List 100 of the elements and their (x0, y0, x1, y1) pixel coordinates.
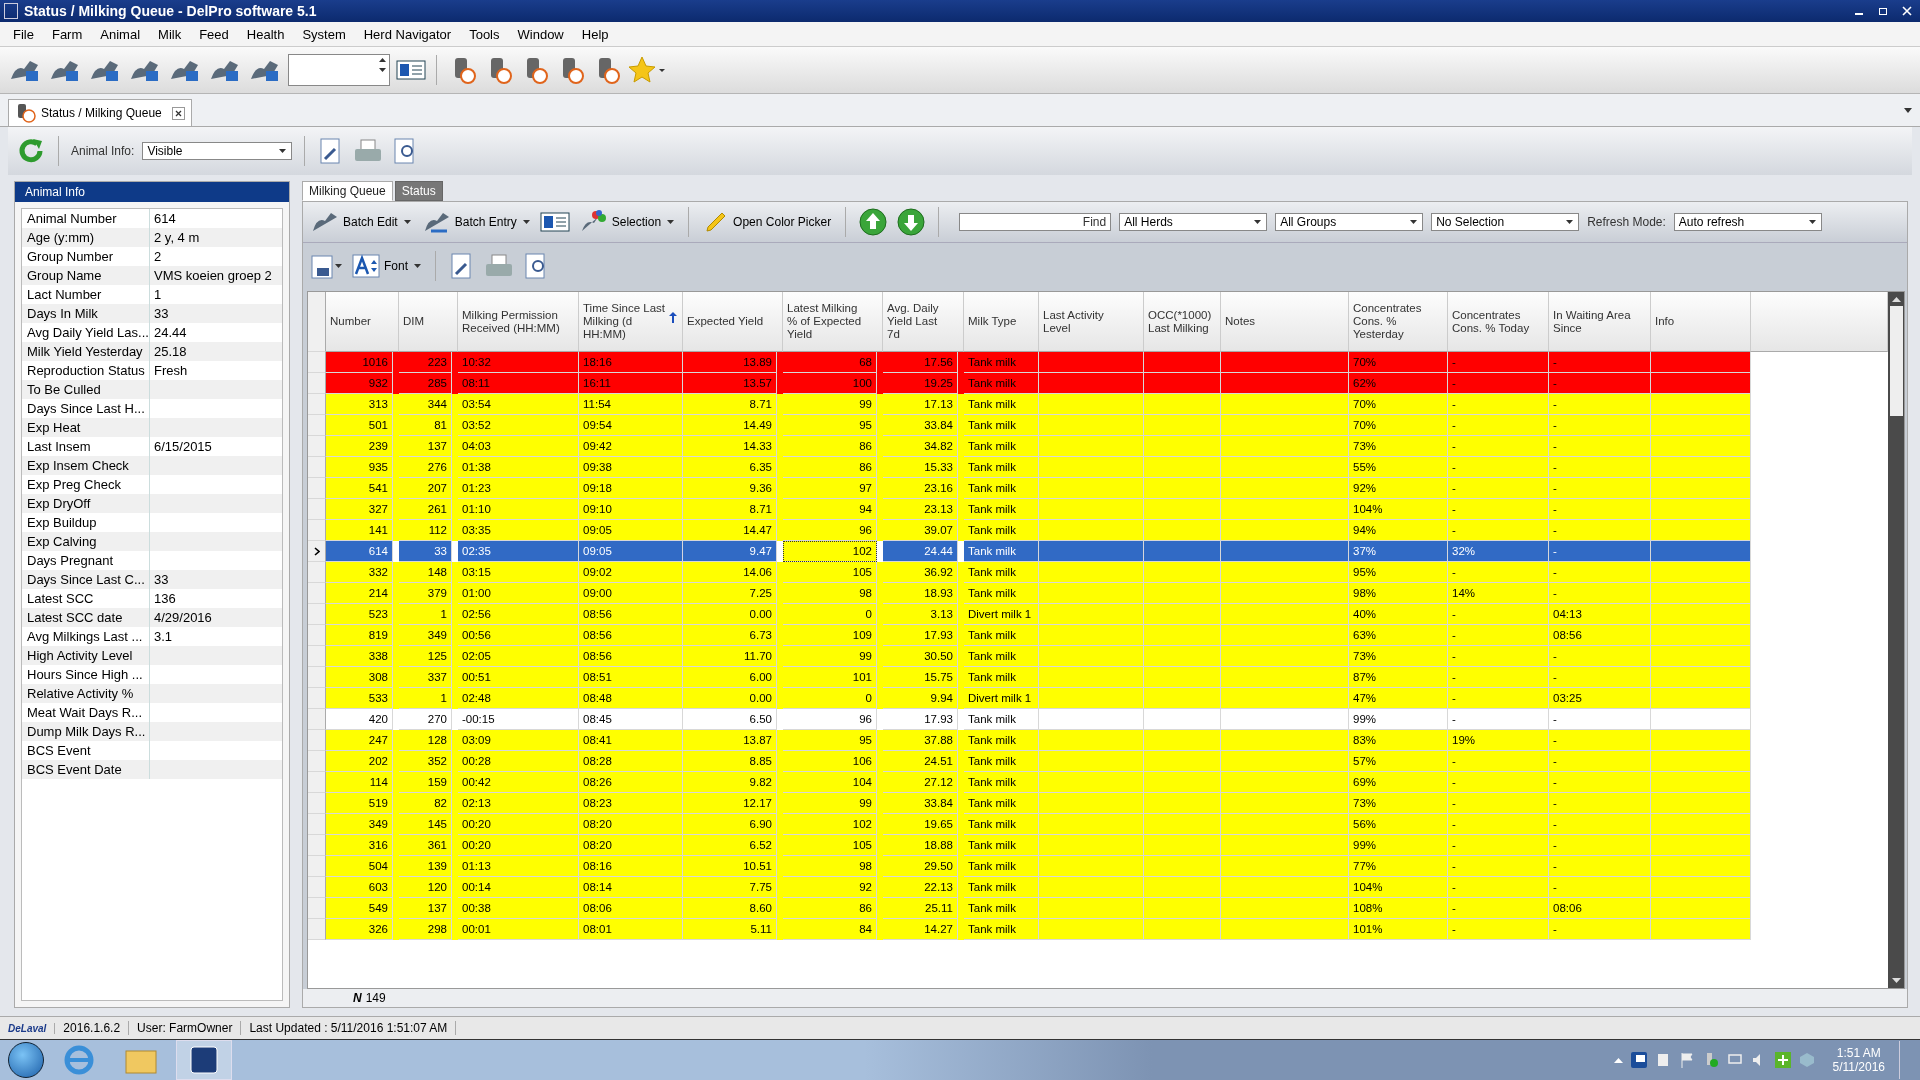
star-icon[interactable] (627, 55, 667, 85)
table-row[interactable]: 141 112 03:35 09:05 14.47 96 39.07 Tank milk 94% - - (308, 520, 1751, 541)
table-row[interactable]: 202 352 00:28 08:28 8.85 106 24.51 Tank milk 57% - - (308, 751, 1751, 772)
column-header[interactable]: Info (1651, 292, 1751, 352)
menu-item[interactable]: Window (508, 23, 573, 45)
cube-icon[interactable] (1798, 1052, 1815, 1068)
menu-item[interactable]: Milk (149, 23, 191, 45)
column-header[interactable]: In Waiting Area Since (1549, 292, 1651, 352)
field-label: Exp Insem Check (22, 456, 150, 475)
move-up-button[interactable] (858, 207, 889, 237)
font-size-icon (352, 253, 380, 279)
table-cell: 96 (859, 524, 872, 536)
table-row[interactable]: 332 148 03:15 09:02 14.06 105 36.92 Tank milk 95% - - (308, 562, 1751, 583)
caret-icon[interactable] (1904, 107, 1912, 113)
menu-item[interactable]: Health (237, 23, 294, 45)
column-header[interactable]: Avg. Daily Yield Last 7d (883, 292, 964, 352)
column-header[interactable]: Concentrates Cons. % Yesterday (1349, 292, 1448, 352)
column-header[interactable]: DIM (399, 292, 458, 352)
batch-edit-button[interactable]: Batch Edit (309, 207, 413, 237)
menu-item[interactable]: Herd Navigator (354, 23, 461, 45)
close-icon[interactable] (171, 106, 185, 120)
table-row[interactable]: 326 298 00:01 08:01 5.11 84 14.27 Tank milk 101% - - (308, 919, 1751, 940)
up-arrow-icon[interactable] (1613, 1057, 1623, 1063)
table-row[interactable]: 420 270 -00:15 08:45 6.50 96 17.93 Tank milk 99% - - (308, 709, 1751, 730)
table-cell: 0.00 (749, 692, 772, 704)
menu-item[interactable]: Farm (42, 23, 92, 45)
menu-item[interactable]: Tools (460, 23, 509, 45)
column-header[interactable]: Latest Milking % of Expected Yield (783, 292, 883, 352)
table-cell: 379 (427, 587, 447, 599)
table-row[interactable]: 247 128 03:09 08:41 13.87 95 37.88 Tank milk 83% 19% - (308, 730, 1751, 751)
color-picker-button[interactable]: Open Color Picker (701, 207, 834, 237)
batch-entry-button[interactable]: Batch Entry (420, 207, 532, 237)
table-row[interactable]: 549 137 00:38 08:06 8.60 86 25.11 Tank milk 108% - 08:06 (308, 898, 1751, 919)
table-row[interactable]: 313 344 03:54 11:54 8.71 99 17.13 Tank milk 70% - - (308, 394, 1751, 415)
scroll-thumb[interactable] (1889, 306, 1903, 416)
filter-dropdown[interactable]: No Selection (1431, 213, 1580, 231)
table-row[interactable]: 819 349 00:56 08:56 6.73 109 17.93 Tank milk 63% - 08:56 (308, 625, 1751, 646)
spin-field[interactable] (288, 54, 390, 86)
font-button[interactable]: Font (350, 251, 423, 281)
table-cell: - (1452, 839, 1456, 851)
table-row[interactable]: 114 159 00:42 08:26 9.82 104 27.12 Tank milk 69% - - (308, 772, 1751, 793)
animal-info-dropdown[interactable]: Visible (142, 142, 293, 160)
document-tab[interactable]: Status / Milking Queue (8, 99, 192, 126)
table-row[interactable]: 349 145 00:20 08:20 6.90 102 19.65 Tank milk 56% - - (308, 814, 1751, 835)
menu-item[interactable]: Help (572, 23, 618, 45)
table-row[interactable]: 316 361 00:20 08:20 6.52 105 18.88 Tank milk 99% - - (308, 835, 1751, 856)
shield-icon[interactable] (1774, 1052, 1791, 1068)
save-icon[interactable] (309, 252, 342, 280)
table-row[interactable]: 327 261 01:10 09:10 8.71 94 23.13 Tank milk 104% - - (308, 499, 1751, 520)
column-header[interactable]: Milking Permission Received (HH:MM) (458, 292, 579, 352)
table-cell: 128 (427, 734, 447, 746)
corner-cell[interactable] (308, 292, 326, 352)
move-down-button[interactable] (896, 207, 927, 237)
column-header[interactable]: Expected Yield (683, 292, 783, 352)
filter-dropdown[interactable]: All Groups (1275, 213, 1424, 231)
app-taskbar-icon[interactable] (176, 1040, 232, 1080)
table-row[interactable]: 1016 223 10:32 18:16 13.89 68 17.56 Tank milk 70% - - (308, 352, 1751, 373)
menu-item[interactable]: System (293, 23, 355, 45)
row-selector[interactable] (308, 541, 326, 562)
table-row[interactable]: 519 82 02:13 08:23 12.17 99 33.84 Tank milk 73% - - (308, 793, 1751, 814)
table-row[interactable]: 935 276 01:38 09:38 6.35 86 15.33 Tank milk 55% - - (308, 457, 1751, 478)
spin-arrows-icon[interactable] (379, 57, 386, 73)
column-header[interactable]: Time Since Last Milking (d HH:MM) (579, 292, 683, 352)
table-row[interactable]: 308 337 00:51 08:51 6.00 101 15.75 Tank milk 87% - - (308, 667, 1751, 688)
view-tab[interactable]: Milking Queue (302, 181, 393, 201)
table-row[interactable]: 603 120 00:14 08:14 7.75 92 22.13 Tank milk 104% - - (308, 877, 1751, 898)
table-row[interactable]: 614 33 02:35 09:05 9.47 102 24.44 Tank milk 37% 32% - (308, 541, 1751, 562)
network-icon[interactable] (1630, 1052, 1647, 1068)
column-header[interactable]: OCC(*1000) Last Milking (1144, 292, 1221, 352)
table-row[interactable]: 932 285 08:11 16:11 13.57 100 19.25 Tank milk 62% - - (308, 373, 1751, 394)
table-row[interactable]: 523 1 02:56 08:56 0.00 0 3.13 Divert milk 1 40% - 04:13 (308, 604, 1751, 625)
table-cell: Tank milk (968, 671, 1016, 683)
refresh-mode-dropdown[interactable]: Auto refresh (1673, 213, 1822, 231)
table-row[interactable]: 338 125 02:05 08:56 11.70 99 30.50 Tank milk 73% - - (308, 646, 1751, 667)
menu-item[interactable]: File (4, 23, 43, 45)
selection-button[interactable]: Selection (577, 207, 677, 237)
vertical-scrollbar[interactable] (1888, 292, 1904, 988)
flag-icon[interactable] (1678, 1052, 1695, 1068)
table-row[interactable]: 501 81 03:52 09:54 14.49 95 33.84 Tank milk 70% - - (308, 415, 1751, 436)
column-header[interactable]: Milk Type (964, 292, 1039, 352)
table-row[interactable]: 239 137 04:03 09:42 14.33 86 34.82 Tank milk 73% - - (308, 436, 1751, 457)
field-label: Days In Milk (22, 304, 150, 323)
column-header[interactable]: Notes (1221, 292, 1349, 352)
view-tab[interactable]: Status (394, 181, 443, 201)
menu-item[interactable]: Feed (190, 23, 238, 45)
table-cell: 09:00 (583, 587, 612, 599)
table-row[interactable]: 541 207 01:23 09:18 9.36 97 23.16 Tank milk 92% - - (308, 478, 1751, 499)
filter-dropdown[interactable]: All Herds (1119, 213, 1268, 231)
find-field[interactable]: Find (959, 213, 1112, 231)
id-card-icon[interactable] (539, 210, 570, 234)
menu-item[interactable]: Animal (91, 23, 150, 45)
table-row[interactable]: 504 139 01:13 08:16 10.51 98 29.50 Tank milk 77% - - (308, 856, 1751, 877)
caret-icon[interactable] (335, 264, 342, 268)
table-row[interactable]: 214 379 01:00 09:00 7.25 98 18.93 Tank milk 98% 14% - (308, 583, 1751, 604)
column-header[interactable]: Number (326, 292, 399, 352)
id-card-icon[interactable] (396, 58, 426, 82)
start-button[interactable] (8, 1042, 44, 1078)
column-header[interactable]: Concentrates Cons. % Today (1448, 292, 1549, 352)
table-row[interactable]: 533 1 02:48 08:48 0.00 0 9.94 Divert milk 1 47% - 03:25 (308, 688, 1751, 709)
column-header[interactable]: Last Activity Level (1039, 292, 1144, 352)
